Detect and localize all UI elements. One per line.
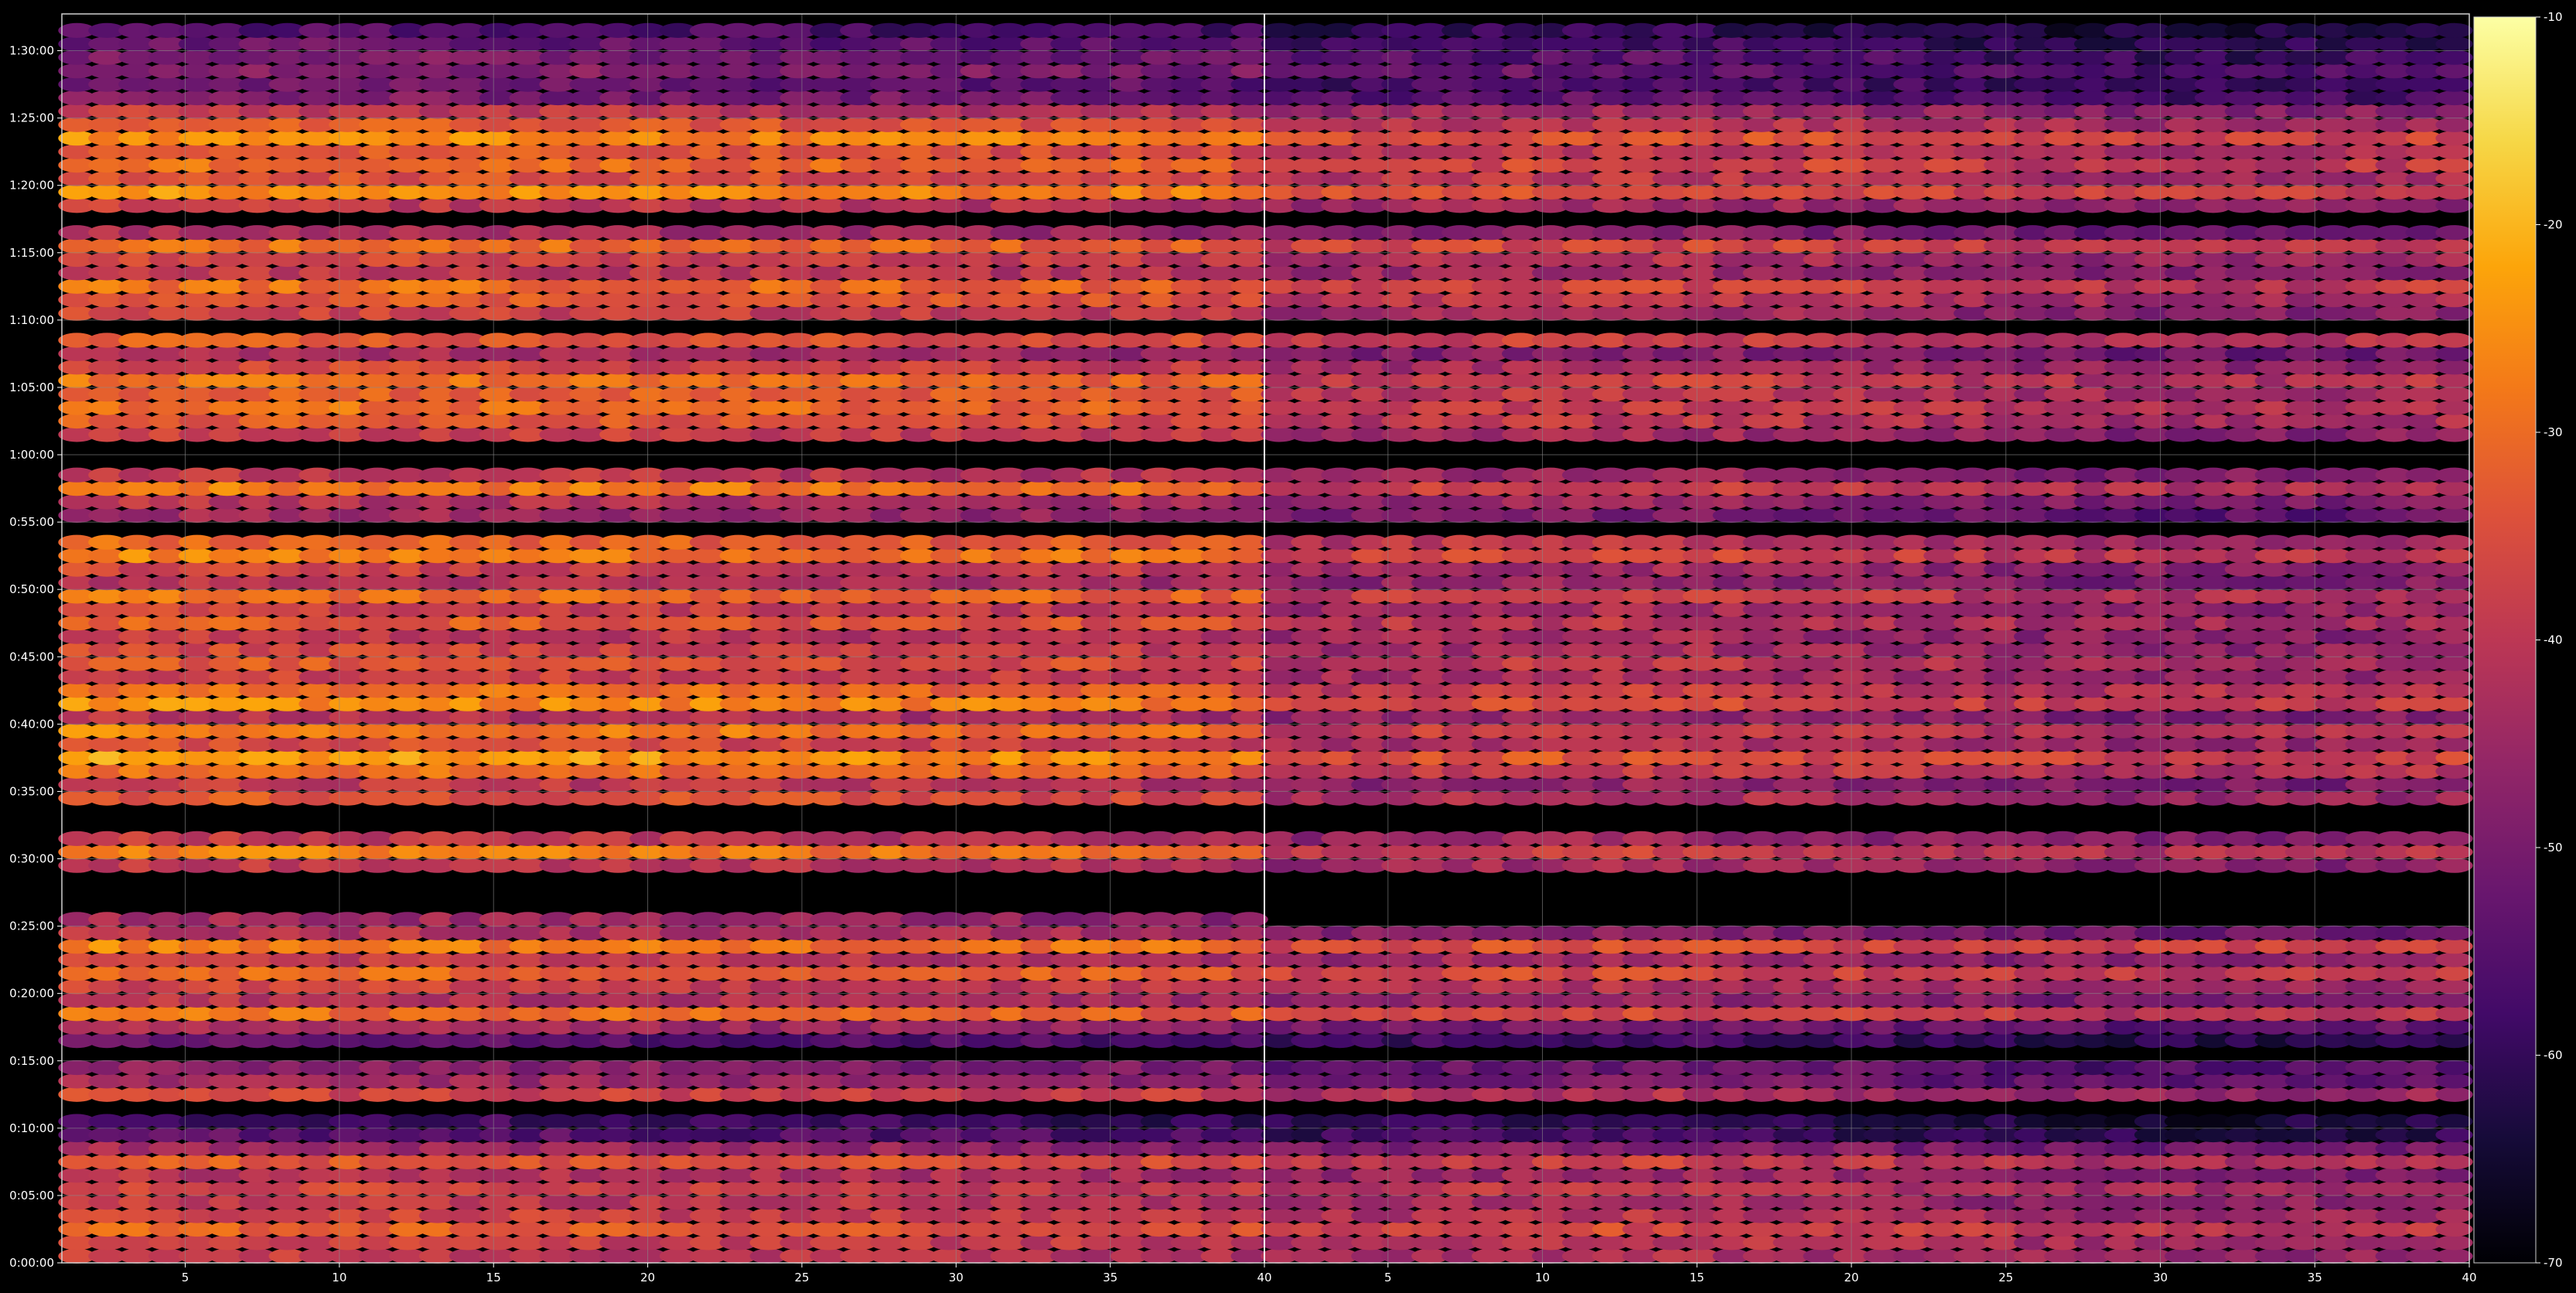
heat-cell <box>2435 1248 2473 1264</box>
heat-cell <box>2435 1087 2473 1102</box>
heat-cell <box>2435 589 2473 604</box>
heat-cell <box>2435 992 2473 1008</box>
heat-cell <box>2435 858 2473 873</box>
heat-cell <box>2435 1127 2473 1143</box>
heat-cell <box>2435 1033 2473 1049</box>
heat-cell <box>2435 575 2473 591</box>
heat-cell <box>2435 736 2473 752</box>
heat-cell <box>2435 1181 2473 1196</box>
heat-cell <box>2435 710 2473 725</box>
heat-cell <box>2435 1006 2473 1022</box>
heat-cell <box>2435 683 2473 698</box>
heat-cell <box>2435 723 2473 739</box>
heat-cell <box>2435 831 2473 846</box>
heat-cell <box>2435 1141 2473 1156</box>
heat-cell <box>1230 912 1268 927</box>
heat-cell <box>2435 979 2473 994</box>
heat-cell <box>2435 763 2473 779</box>
heat-cell <box>2435 939 2473 954</box>
heat-cell <box>2435 777 2473 793</box>
heat-cell <box>2435 656 2473 671</box>
heat-cell <box>2435 696 2473 711</box>
heat-cell <box>2435 1019 2473 1035</box>
heat-cell <box>2435 1059 2473 1076</box>
heat-cell <box>2435 952 2473 967</box>
heat-cell <box>2435 1154 2473 1169</box>
heatmap-chart: 0:00:000:05:000:10:000:15:000:20:000:25:… <box>0 0 2576 1293</box>
heat-cell <box>2435 602 2473 617</box>
heat-cell <box>2435 629 2473 644</box>
heat-cell <box>2435 1221 2473 1237</box>
heat-cell <box>2435 669 2473 685</box>
heat-cell <box>2435 616 2473 631</box>
heat-cell <box>2435 966 2473 981</box>
heat-cell <box>2435 844 2473 860</box>
heat-cell <box>2435 790 2473 806</box>
heat-cell <box>2435 561 2473 577</box>
heat-cell <box>2435 643 2473 658</box>
heat-cell <box>2435 1208 2473 1223</box>
heat-cell <box>2435 1114 2473 1129</box>
heat-cell <box>2435 1168 2473 1183</box>
heat-cell <box>2435 1235 2473 1250</box>
heat-cell <box>2435 925 2473 940</box>
heat-cell <box>2435 1195 2473 1210</box>
heat-cell <box>2435 1073 2473 1089</box>
heat-cell <box>2435 750 2473 766</box>
